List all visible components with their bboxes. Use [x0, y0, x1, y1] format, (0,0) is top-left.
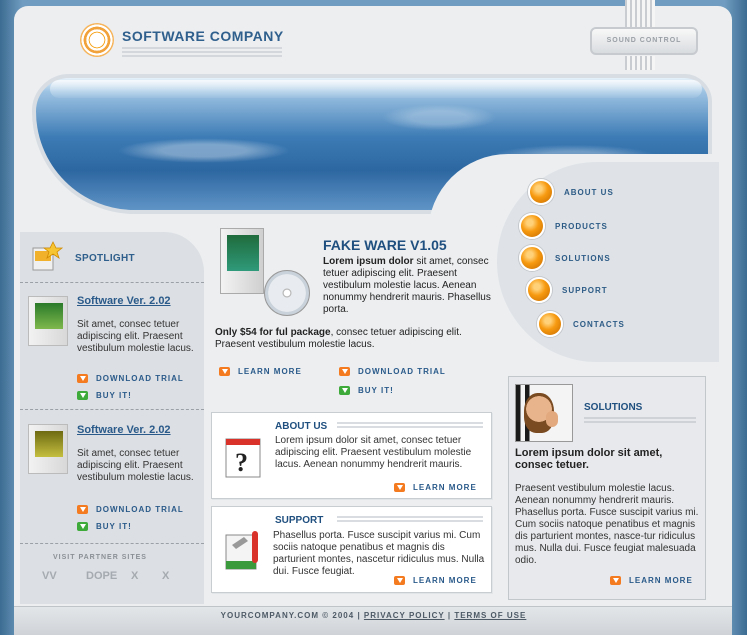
- spotlight-item-title-link[interactable]: Software Ver. 2.02: [77, 295, 171, 307]
- sound-control-button[interactable]: SOUND CONTROL: [590, 27, 698, 55]
- nav-item-support[interactable]: SUPPORT: [526, 277, 608, 303]
- nav-item-solutions[interactable]: SOLUTIONS: [519, 245, 611, 271]
- about-us-panel: ? ABOUT US Lorem ipsum dolor sit amet, c…: [211, 412, 492, 499]
- banner-gloss: [50, 80, 702, 98]
- buy-it-link[interactable]: BUY IT!: [339, 386, 394, 395]
- link-label: LEARN MORE: [629, 576, 693, 585]
- spotlight-item-text: Sit amet, consec tetuer adipiscing elit.…: [77, 448, 194, 483]
- footer-text: YOURCOMPANY.COM © 2004 | PRIVACY POLICY …: [0, 611, 747, 620]
- photo-hand: [546, 411, 558, 427]
- orange-ball-icon: [519, 245, 545, 271]
- spotlight-sidebar: [20, 232, 204, 604]
- partner-logo[interactable]: X: [131, 570, 138, 582]
- link-label: DOWNLOAD TRIAL: [96, 374, 184, 383]
- orange-arrow-icon: [394, 576, 405, 585]
- support-tools-icon: [225, 531, 258, 570]
- link-label: DOWNLOAD TRIAL: [96, 505, 184, 514]
- solutions-title: SOLUTIONS: [584, 402, 643, 413]
- solutions-headline: Lorem ipsum dolor sit amet, consec tetue…: [515, 447, 663, 471]
- nav-item-about-us[interactable]: ABOUT US: [528, 179, 614, 205]
- link-label: BUY IT!: [96, 391, 132, 400]
- support-title: SUPPORT: [275, 515, 324, 526]
- learn-more-link[interactable]: LEARN MORE: [610, 576, 693, 585]
- green-arrow-icon: [77, 391, 88, 400]
- download-trial-link[interactable]: DOWNLOAD TRIAL: [77, 505, 184, 514]
- nav-label: PRODUCTS: [555, 221, 608, 231]
- divider: [20, 409, 204, 410]
- spotlight-title: SPOTLIGHT: [75, 253, 135, 264]
- buy-it-link[interactable]: BUY IT!: [77, 522, 132, 531]
- title-stripe: [337, 516, 483, 524]
- title-stripe: [584, 417, 696, 425]
- partners-title: VISIT PARTNER SITES: [53, 554, 147, 561]
- divider: [20, 282, 204, 283]
- featured-text: Lorem ipsum dolor sit amet, consec tetue…: [323, 256, 499, 316]
- divider: [20, 543, 204, 544]
- about-us-title: ABOUT US: [275, 421, 328, 432]
- cd-disc-image: [264, 270, 310, 316]
- price-bold: Only $54 for ful package: [215, 327, 331, 338]
- software-box-image: [28, 424, 68, 474]
- solutions-text: Praesent vestibulum molestie lacus. Aene…: [515, 483, 699, 566]
- buy-it-link[interactable]: BUY IT!: [77, 391, 132, 400]
- logo-text: SOFTWARE COMPANY: [122, 28, 284, 44]
- nav-item-products[interactable]: PRODUCTS: [519, 213, 608, 239]
- link-label: BUY IT!: [358, 386, 394, 395]
- terms-of-use-link[interactable]: TERMS OF USE: [454, 611, 526, 620]
- title-stripe: [337, 422, 483, 430]
- spotlight-box-icon: [32, 241, 63, 271]
- orange-ball-icon: [519, 213, 545, 239]
- download-trial-link[interactable]: DOWNLOAD TRIAL: [339, 367, 446, 376]
- learn-more-link[interactable]: LEARN MORE: [394, 483, 477, 492]
- logo-tagline-stripe: [122, 47, 282, 57]
- footer-separator: |: [357, 611, 361, 620]
- orange-arrow-icon: [77, 505, 88, 514]
- link-label: DOWNLOAD TRIAL: [358, 367, 446, 376]
- orange-ball-icon: [528, 179, 554, 205]
- learn-more-link[interactable]: LEARN MORE: [394, 576, 477, 585]
- about-us-text: Lorem ipsum dolor sit amet, consec tetue…: [275, 435, 472, 470]
- nav-item-contacts[interactable]: CONTACTS: [537, 311, 625, 337]
- copyright: YOURCOMPANY.COM © 2004: [220, 611, 355, 620]
- nav-label: CONTACTS: [573, 319, 625, 329]
- featured-title: FAKE WARE V1.05: [323, 237, 447, 253]
- green-arrow-icon: [339, 386, 350, 395]
- orange-arrow-icon: [219, 367, 230, 376]
- featured-lead: Lorem ipsum dolor: [323, 256, 414, 267]
- orange-ball-icon: [537, 311, 563, 337]
- partner-logo[interactable]: X: [162, 570, 169, 582]
- download-trial-link[interactable]: DOWNLOAD TRIAL: [77, 374, 184, 383]
- privacy-policy-link[interactable]: PRIVACY POLICY: [364, 611, 445, 620]
- partner-logo[interactable]: VV: [42, 570, 57, 582]
- orange-arrow-icon: [77, 374, 88, 383]
- price-text: Only $54 for ful package, consec tetuer …: [215, 327, 498, 351]
- spotlight-item-title-link[interactable]: Software Ver. 2.02: [77, 424, 171, 436]
- woman-phone-photo: [515, 384, 573, 442]
- support-text: Phasellus porta. Fusce suscipit varius m…: [273, 530, 485, 577]
- orange-arrow-icon: [394, 483, 405, 492]
- green-arrow-icon: [77, 522, 88, 531]
- support-panel: SUPPORT Phasellus porta. Fusce suscipit …: [211, 506, 492, 593]
- link-label: LEARN MORE: [238, 367, 302, 376]
- question-box-icon: ?: [225, 438, 261, 478]
- svg-text:?: ?: [235, 448, 248, 477]
- link-label: LEARN MORE: [413, 483, 477, 492]
- link-label: LEARN MORE: [413, 576, 477, 585]
- decor-pipes: [625, 0, 655, 27]
- nav-label: ABOUT US: [564, 187, 614, 197]
- product-box-image: [220, 228, 264, 294]
- logo-sun-icon: [80, 23, 114, 57]
- nav-label: SOLUTIONS: [555, 253, 611, 263]
- footer-separator: |: [447, 611, 452, 620]
- spotlight-item-text: Sit amet, consec tetuer adipiscing elit.…: [77, 319, 194, 354]
- orange-arrow-icon: [339, 367, 350, 376]
- learn-more-link[interactable]: LEARN MORE: [219, 367, 302, 376]
- orange-ball-icon: [526, 277, 552, 303]
- orange-arrow-icon: [610, 576, 621, 585]
- link-label: BUY IT!: [96, 522, 132, 531]
- partner-logo[interactable]: DOPE: [86, 570, 117, 582]
- nav-label: SUPPORT: [562, 285, 608, 295]
- software-box-image: [28, 296, 68, 346]
